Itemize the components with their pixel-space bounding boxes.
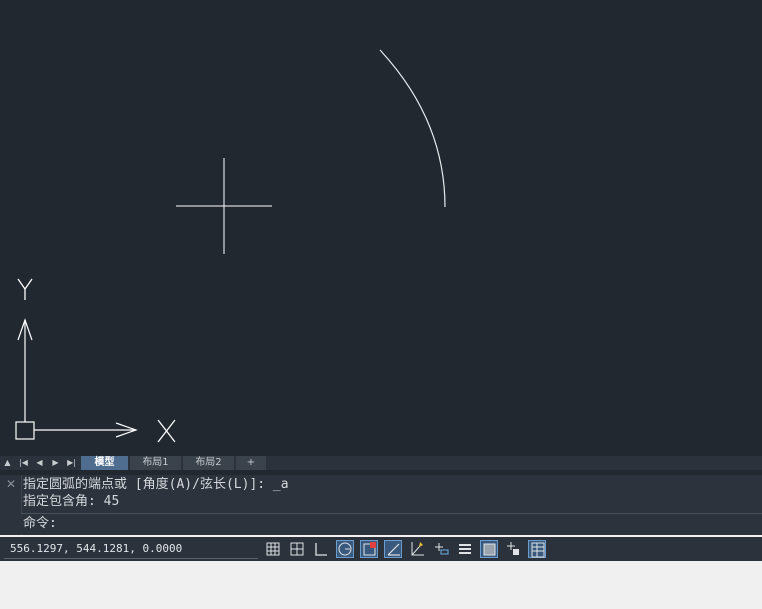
drawing-svg[interactable] <box>0 0 762 456</box>
ucs-icon <box>15 278 176 443</box>
ortho-icon[interactable] <box>312 540 330 558</box>
quick-properties-icon[interactable] <box>528 540 546 558</box>
transparency-icon[interactable] <box>480 540 498 558</box>
last-page-icon[interactable]: ▶| <box>65 457 78 469</box>
tab-layout1[interactable]: 布局1 <box>130 456 181 470</box>
selection-cycling-icon[interactable] <box>504 540 522 558</box>
triangle-up-icon[interactable]: ▲ <box>1 457 14 469</box>
command-prompt: 命令: <box>23 516 57 531</box>
window-background <box>0 561 762 609</box>
object-snap-tracking-icon[interactable] <box>384 540 402 558</box>
grid-display-icon[interactable] <box>288 540 306 558</box>
next-icon[interactable]: ▶ <box>49 457 62 469</box>
polar-tracking-icon[interactable] <box>336 540 354 558</box>
command-line-grip[interactable]: ✕ <box>0 475 22 535</box>
first-page-icon[interactable]: |◀ <box>17 457 30 469</box>
layout-tab-bar: ▲ |◀ ◀ ▶ ▶| 模型 布局1 布局2 + <box>0 456 762 470</box>
command-history-line: 指定圆弧的端点或 [角度(A)/弦长(L)]: _a <box>23 477 289 492</box>
command-input[interactable]: 命令: <box>21 513 762 534</box>
drawing-canvas[interactable] <box>0 0 762 456</box>
coordinate-underline <box>4 558 258 559</box>
prev-icon[interactable]: ◀ <box>33 457 46 469</box>
tab-model[interactable]: 模型 <box>81 456 128 470</box>
arc-entity[interactable] <box>379 49 446 208</box>
snap-grid-icon[interactable] <box>264 540 282 558</box>
crosshair-cursor <box>176 158 272 254</box>
add-layout-tab-button[interactable]: + <box>236 456 266 470</box>
lineweight-icon[interactable] <box>456 540 474 558</box>
coordinate-readout[interactable]: 556.1297, 544.1281, 0.0000 <box>10 541 182 557</box>
dynamic-ucs-icon[interactable] <box>408 540 426 558</box>
status-bar: 556.1297, 544.1281, 0.0000 <box>0 537 762 561</box>
command-history-line: 指定包含角: 45 <box>23 494 120 509</box>
ucs-y-axis-label <box>17 278 33 300</box>
object-snap-icon[interactable] <box>360 540 378 558</box>
command-line-panel: ✕ 指定圆弧的端点或 [角度(A)/弦长(L)]: _a 指定包含角: 45 命… <box>0 475 762 535</box>
tab-layout2[interactable]: 布局2 <box>183 456 234 470</box>
close-icon[interactable]: ✕ <box>4 477 18 491</box>
dynamic-input-icon[interactable] <box>432 540 450 558</box>
ucs-x-axis-label <box>157 419 176 443</box>
